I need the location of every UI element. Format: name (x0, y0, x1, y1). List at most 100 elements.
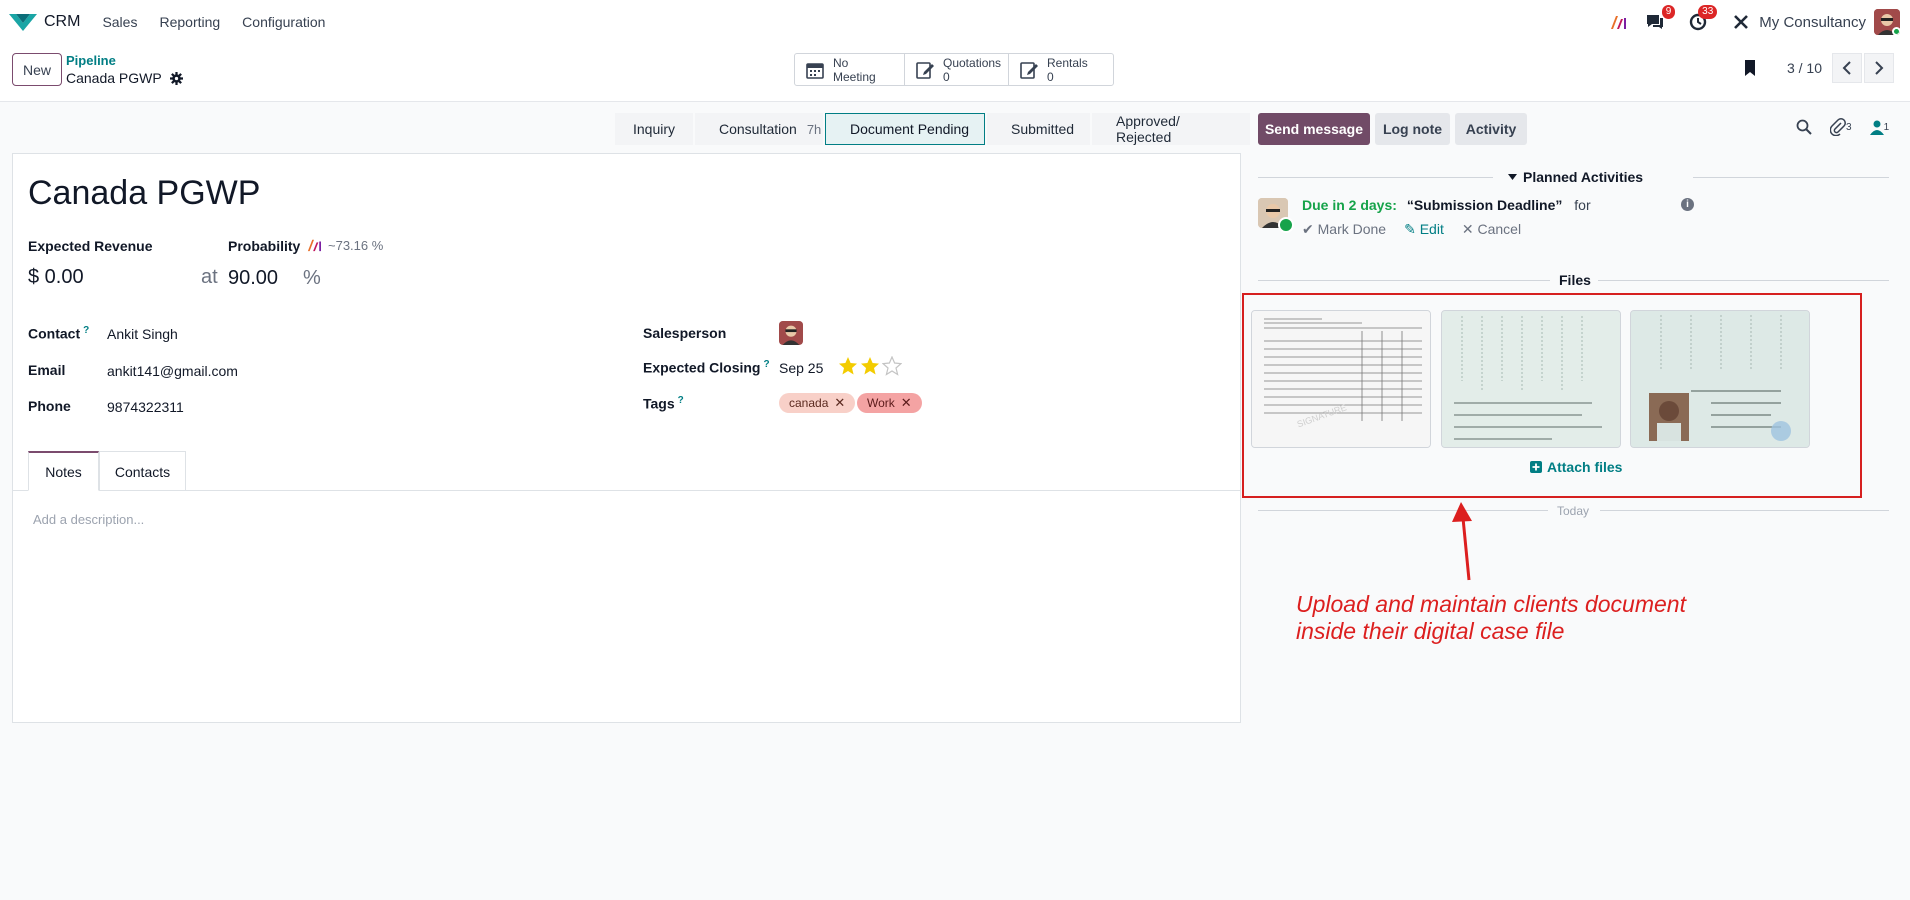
phone-field[interactable]: 9874322311 (107, 399, 184, 415)
top-navbar: CRM Sales Reporting Configuration 9 33 M… (0, 0, 1910, 44)
file-thumbnail-1[interactable]: SIGNATURE (1251, 310, 1431, 448)
stage-document-pending[interactable]: Document Pending (825, 113, 985, 145)
log-note-button[interactable]: Log note (1375, 113, 1450, 145)
quotations-count: 0 (943, 69, 950, 84)
divider (1598, 280, 1889, 281)
divider (1600, 510, 1889, 511)
mark-done-link[interactable]: ✔ Mark Done (1302, 221, 1386, 238)
pager: 3 / 10 (1743, 53, 1894, 83)
salesperson-avatar[interactable] (779, 321, 803, 345)
info-icon[interactable]: i (1681, 198, 1694, 211)
pager-previous-button[interactable] (1832, 53, 1862, 83)
pager-next-button[interactable] (1864, 53, 1894, 83)
annotation-line-1: Upload and maintain clients document (1296, 591, 1686, 617)
stage-label: Submitted (1011, 121, 1075, 137)
stage-label: Consultation (719, 121, 797, 137)
tab-notes[interactable]: Notes (28, 451, 99, 491)
meeting-smart-button[interactable]: No Meeting (795, 54, 905, 85)
send-message-button[interactable]: Send message (1258, 113, 1370, 145)
paperclip-icon (1830, 118, 1846, 136)
app-name[interactable]: CRM (44, 13, 80, 31)
user-avatar[interactable] (1874, 9, 1900, 35)
notebook-tabs: Notes Contacts (13, 451, 1240, 491)
tag-work[interactable]: Work ✕ (857, 393, 922, 413)
email-field[interactable]: ankit141@gmail.com (107, 363, 238, 379)
crm-logo-icon[interactable] (8, 11, 38, 33)
followers-button[interactable]: 1 (1869, 119, 1890, 135)
stage-inquiry[interactable]: Inquiry (615, 113, 693, 145)
new-button[interactable]: New (12, 53, 62, 86)
description-field[interactable]: Add a description... (33, 512, 144, 527)
menu-reporting[interactable]: Reporting (159, 14, 220, 30)
messages-badge: 9 (1661, 5, 1676, 19)
probability-label: Probability (228, 238, 301, 254)
salesperson-label: Salesperson (643, 325, 727, 341)
chatter-topbar-icons: 3 1 (1796, 118, 1889, 136)
expected-closing-field[interactable]: Sep 25 (779, 360, 823, 376)
rentals-count: 0 (1047, 69, 1054, 84)
edit-activity-link[interactable]: ✎ Edit (1404, 221, 1444, 238)
tag-remove-icon[interactable]: ✕ (901, 395, 912, 411)
tag-canada[interactable]: canada ✕ (779, 393, 856, 413)
followers-count: 1 (1883, 121, 1890, 133)
planned-activities-title: Planned Activities (1523, 169, 1644, 185)
planned-activities-toggle[interactable]: Planned Activities (1508, 169, 1643, 185)
tag-remove-icon[interactable]: ✕ (834, 395, 845, 411)
activity-button[interactable]: Activity (1455, 113, 1527, 145)
pager-value[interactable]: 3 / 10 (1787, 60, 1822, 76)
quotations-label: Quotations (943, 55, 1002, 70)
activities-clock-icon[interactable]: 33 (1689, 5, 1718, 31)
activity-user-avatar (1258, 198, 1294, 233)
caret-down-icon (1508, 174, 1517, 180)
lead-title[interactable]: Canada PGWP (28, 174, 260, 213)
bookmark-icon[interactable] (1743, 59, 1757, 77)
ai-probability-icon[interactable] (306, 238, 322, 252)
at-label: at (201, 266, 218, 288)
star-filled-icon[interactable] (838, 356, 858, 376)
email-label: Email (28, 362, 66, 378)
rentals-smart-button[interactable]: Rentals 0 (1009, 54, 1113, 85)
activity-name: “Submission Deadline” (1406, 197, 1563, 213)
tab-contacts[interactable]: Contacts (99, 451, 186, 491)
priority-stars[interactable] (838, 356, 902, 376)
star-filled-icon[interactable] (860, 356, 880, 376)
cancel-activity-link[interactable]: ✕ Cancel (1462, 221, 1521, 238)
activity-for-text: for (1574, 197, 1591, 213)
ai-icon[interactable] (1609, 14, 1627, 30)
expected-revenue-label: Expected Revenue (28, 238, 153, 254)
probability-field[interactable]: 90.00 (228, 267, 278, 290)
stage-consultation[interactable]: Consultation 7h (695, 113, 823, 145)
due-text: Due in 2 days: (1302, 197, 1397, 213)
tags-label: Tags? (643, 395, 684, 412)
attachments-button[interactable]: 3 (1830, 118, 1852, 136)
divider (1258, 510, 1548, 511)
control-panel: New Pipeline Canada PGWP No Meeting Quot… (0, 44, 1910, 102)
attach-files-button[interactable]: Attach files (1530, 459, 1622, 475)
phone-label: Phone (28, 398, 71, 414)
expected-revenue-field[interactable]: $ 0.00 (28, 266, 84, 289)
meeting-label: No Meeting (833, 55, 876, 84)
menu-configuration[interactable]: Configuration (242, 14, 325, 30)
activity-summary: Due in 2 days: “Submission Deadline” for (1302, 197, 1591, 213)
activities-badge: 33 (1698, 5, 1718, 19)
file-thumbnail-3[interactable] (1630, 310, 1810, 448)
gear-icon[interactable] (169, 71, 183, 85)
menu-sales[interactable]: Sales (102, 14, 137, 30)
breadcrumb-pipeline-link[interactable]: Pipeline (66, 53, 183, 68)
stage-statusbar: Inquiry Consultation 7h Document Pending … (615, 113, 1252, 145)
quotations-smart-button[interactable]: Quotations 0 (905, 54, 1009, 85)
star-empty-icon[interactable] (882, 356, 902, 376)
company-switcher[interactable]: My Consultancy (1759, 14, 1866, 31)
stage-submitted[interactable]: Submitted (987, 113, 1090, 145)
stage-label: Approved/ Rejected (1116, 113, 1180, 145)
search-icon[interactable] (1796, 119, 1812, 135)
stage-approved-rejected[interactable]: Approved/ Rejected (1092, 113, 1250, 145)
percent-sign: % (303, 267, 321, 289)
contact-field[interactable]: Ankit Singh (107, 326, 178, 342)
file-thumbnail-2[interactable] (1441, 310, 1621, 448)
chevron-right-icon (1875, 61, 1884, 75)
messages-icon[interactable]: 9 (1645, 5, 1676, 31)
today-separator: Today (1557, 504, 1590, 518)
chevron-left-icon (1842, 61, 1851, 75)
tools-icon[interactable] (1733, 14, 1749, 30)
